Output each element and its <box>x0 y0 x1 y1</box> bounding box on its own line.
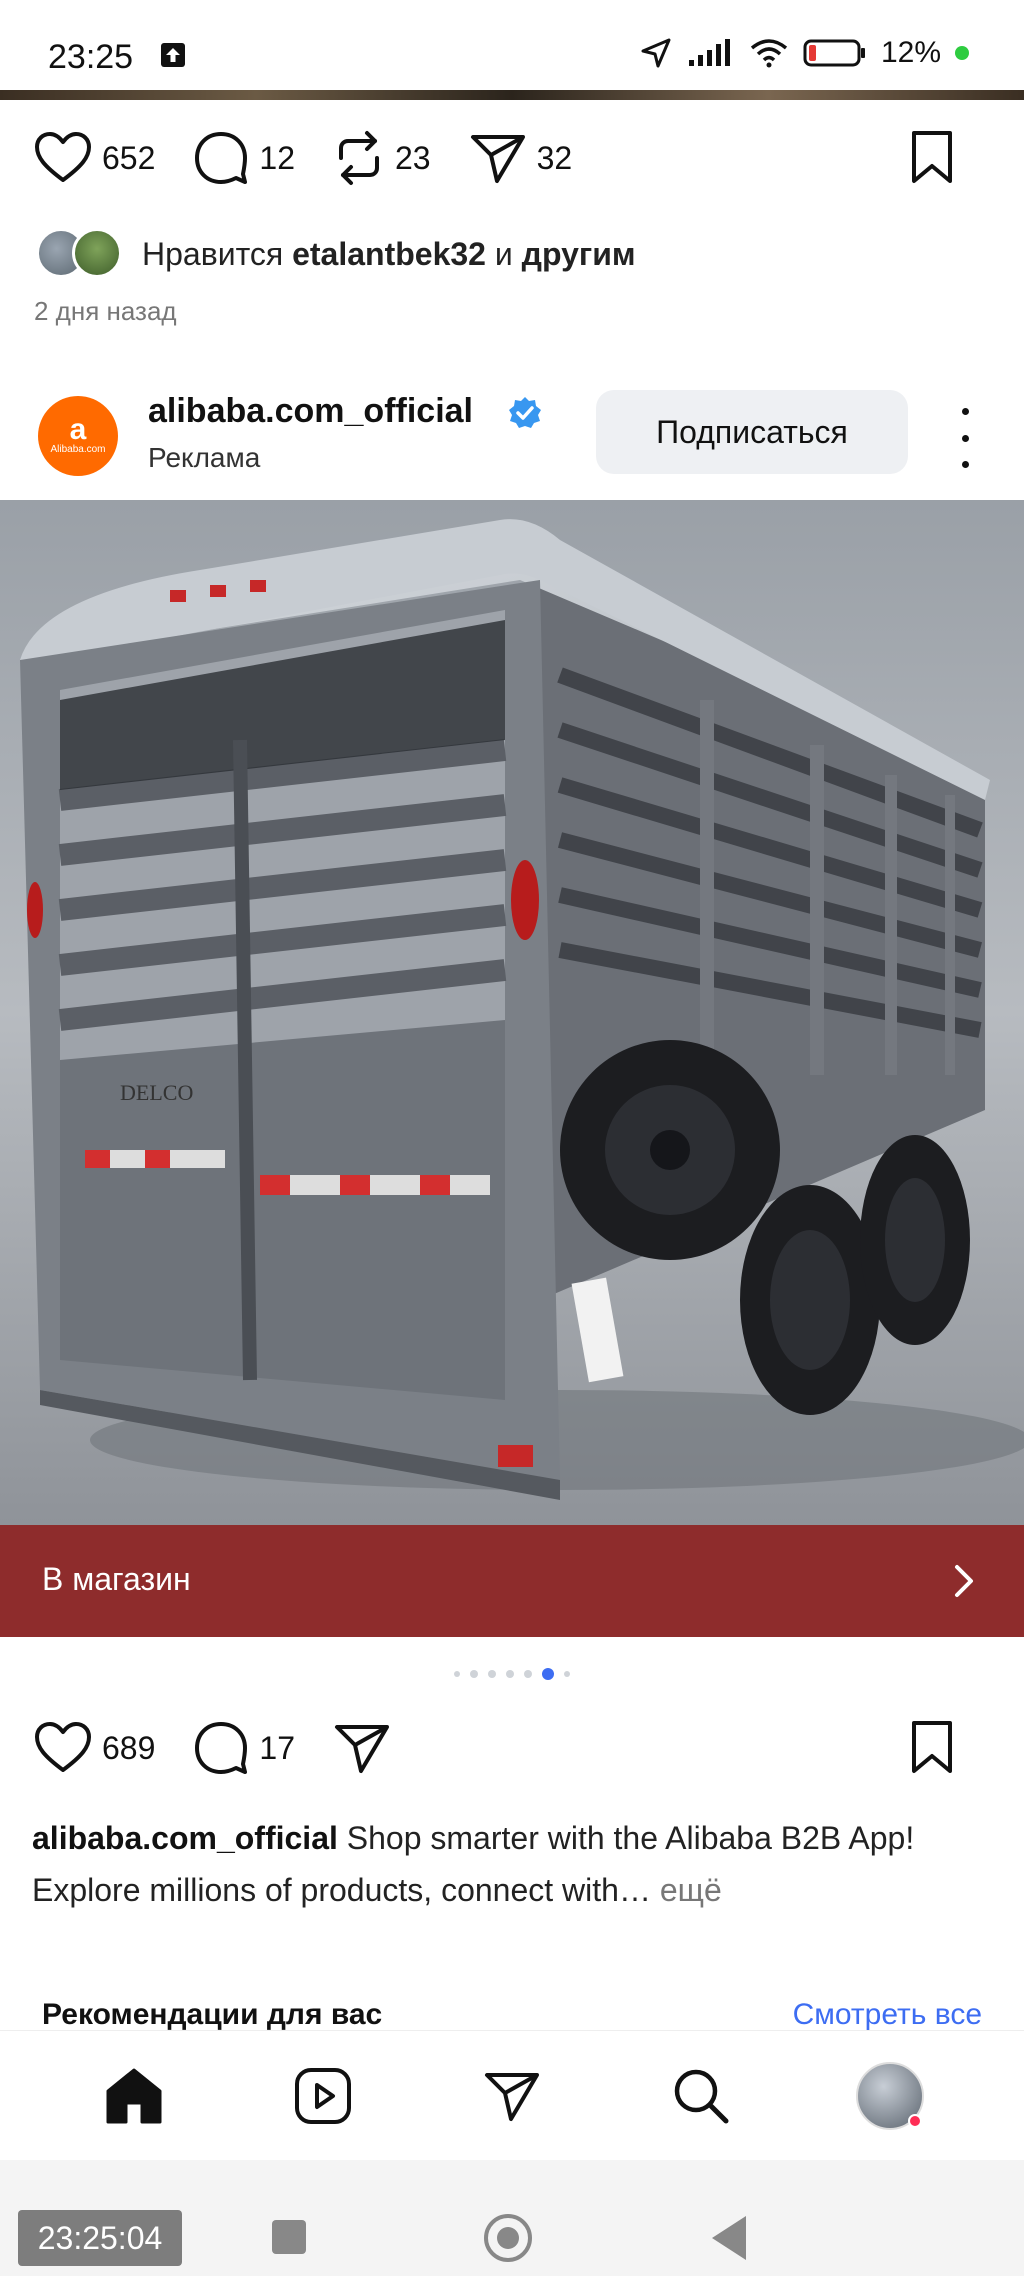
logo-letter: a <box>69 413 87 446</box>
account-avatar[interactable]: a Alibaba.com <box>38 396 118 476</box>
account-name[interactable]: alibaba.com_official <box>148 392 473 431</box>
privacy-indicator-dot <box>955 46 969 60</box>
repost-icon <box>338 131 379 185</box>
carousel-indicator <box>0 1668 1024 1680</box>
shop-now-bar[interactable]: В магазин <box>0 1525 1024 1637</box>
previous-post-actions: 652 12 23 32 <box>34 128 994 188</box>
bookmark-icon[interactable] <box>908 130 956 184</box>
caption-username[interactable]: alibaba.com_official <box>32 1820 338 1856</box>
nav-profile[interactable] <box>850 2056 930 2136</box>
previous-post-image-edge <box>0 90 1024 100</box>
carousel-dot-active <box>542 1668 554 1680</box>
like-count: 689 <box>102 1729 156 1766</box>
like-button[interactable]: 652 <box>34 132 155 184</box>
notification-dot <box>907 2113 922 2128</box>
repost-count: 23 <box>394 139 431 176</box>
nav-search[interactable] <box>661 2056 741 2136</box>
back-button[interactable] <box>712 2216 746 2260</box>
recents-button[interactable] <box>272 2220 306 2254</box>
heart-icon <box>35 132 91 182</box>
carousel-dot <box>564 1671 570 1677</box>
post-time-ago: 2 дня назад <box>34 296 177 326</box>
comment-button[interactable]: 12 <box>193 130 295 186</box>
trailer-brand-text: DELCO <box>120 1080 193 1105</box>
recommendations-title: Рекомендации для вас <box>42 1998 383 2031</box>
signal-icon <box>688 39 730 66</box>
bottom-navigation <box>0 2030 1024 2160</box>
more-options-icon[interactable] <box>950 408 980 468</box>
carousel-dot <box>454 1671 460 1677</box>
follow-button[interactable]: Подписаться <box>596 390 908 474</box>
home-icon <box>106 2068 162 2123</box>
liked-by-avatars <box>36 228 126 280</box>
location-icon <box>641 38 671 68</box>
send-icon <box>334 1725 389 1773</box>
like-button[interactable]: 689 <box>34 1722 155 1774</box>
carousel-dot <box>506 1670 514 1678</box>
status-bar: 23:25 12% <box>0 0 1024 90</box>
screen-clock-overlay: 23:25:04 <box>18 2210 182 2266</box>
repost-button[interactable]: 23 <box>333 130 431 186</box>
system-navigation-bar: 23:25:04 <box>0 2160 1024 2276</box>
battery-icon <box>803 39 865 67</box>
avatar <box>72 228 122 278</box>
livestock-trailer-illustration: DELCO <box>0 500 1024 1525</box>
caption-more-link[interactable]: ещё <box>651 1872 722 1908</box>
send-icon <box>470 135 525 183</box>
comment-count: 12 <box>259 139 295 176</box>
sponsored-label: Реклама <box>148 442 261 473</box>
see-all-link[interactable]: Смотреть все <box>793 1998 982 2032</box>
logo-subtext: Alibaba.com <box>50 444 106 455</box>
upload-icon <box>161 43 185 67</box>
wifi-icon <box>750 39 788 68</box>
carousel-dot <box>524 1670 532 1678</box>
status-icons: 12% <box>639 36 969 70</box>
post-actions: 689 17 <box>34 1718 994 1778</box>
comment-count: 17 <box>259 1729 295 1766</box>
nav-reels[interactable] <box>283 2056 363 2136</box>
chevron-right-icon <box>955 1565 973 1597</box>
comment-button[interactable]: 17 <box>193 1720 295 1776</box>
carousel-dot <box>488 1670 496 1678</box>
search-icon <box>674 2069 729 2123</box>
direct-icon <box>484 2072 539 2121</box>
share-count: 32 <box>536 139 573 176</box>
reels-icon <box>295 2067 352 2124</box>
liked-by-line[interactable]: Нравится etalantbek32 и другим <box>36 228 636 280</box>
liked-by-text: Нравится etalantbek32 и другим <box>142 235 636 272</box>
bookmark-icon[interactable] <box>908 1720 956 1774</box>
nav-direct[interactable] <box>472 2056 552 2136</box>
share-button[interactable] <box>333 1721 391 1775</box>
comment-icon <box>195 132 248 184</box>
post-caption: alibaba.com_official Shop smarter with t… <box>32 1812 992 1916</box>
carousel-dot <box>470 1670 478 1678</box>
post-image[interactable]: DELCO <box>0 500 1024 1525</box>
comment-icon <box>195 1722 248 1774</box>
shop-now-label: В магазин <box>42 1561 191 1597</box>
like-count: 652 <box>102 139 156 176</box>
home-button[interactable] <box>484 2214 532 2262</box>
heart-icon <box>35 1722 91 1772</box>
status-time: 23:25 <box>48 38 134 76</box>
post-header: a Alibaba.com alibaba.com_official Рекла… <box>0 380 1024 480</box>
verified-badge-icon <box>509 397 541 428</box>
nav-home[interactable] <box>94 2056 174 2136</box>
share-button[interactable]: 32 <box>469 131 573 185</box>
battery-percent: 12% <box>880 36 941 69</box>
